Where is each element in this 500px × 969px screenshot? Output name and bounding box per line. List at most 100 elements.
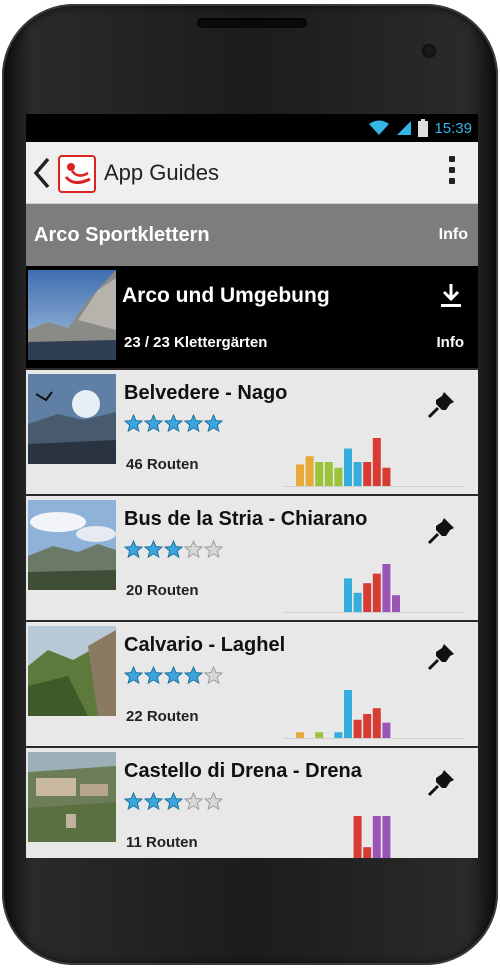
grade-histogram bbox=[284, 564, 464, 613]
histogram-bar bbox=[305, 456, 314, 486]
app-logo-icon[interactable] bbox=[58, 155, 96, 193]
rating-stars bbox=[124, 792, 223, 812]
region-crag-count: 23 / 23 Klettergärten bbox=[124, 334, 268, 351]
crag-list: Belvedere - Nago 46 Routen Bus de la Str… bbox=[26, 368, 478, 858]
section-header: Arco Sportklettern Info bbox=[26, 204, 478, 266]
histogram-bar bbox=[382, 722, 391, 738]
crag-item[interactable]: Castello di Drena - Drena 11 Routen bbox=[26, 746, 478, 858]
pin-icon[interactable] bbox=[426, 516, 456, 546]
star-empty-icon bbox=[204, 666, 223, 685]
histogram-bar bbox=[353, 719, 362, 738]
star-filled-icon bbox=[164, 666, 183, 685]
rating-stars bbox=[124, 666, 223, 686]
crag-thumbnail bbox=[28, 626, 116, 716]
histogram-bar bbox=[296, 464, 304, 486]
crag-item[interactable]: Calvario - Laghel 22 Routen bbox=[26, 620, 478, 746]
grade-histogram bbox=[284, 438, 464, 487]
histogram-bar bbox=[353, 592, 362, 612]
rating-stars bbox=[124, 540, 223, 560]
star-filled-icon bbox=[124, 540, 143, 559]
crag-thumbnail bbox=[28, 500, 116, 590]
histogram-bar bbox=[372, 438, 381, 486]
region-row[interactable]: Arco und Umgebung 23 / 23 Klettergärten … bbox=[26, 266, 478, 368]
histogram-bar bbox=[372, 816, 381, 858]
histogram-bar bbox=[353, 816, 362, 858]
star-filled-icon bbox=[124, 792, 143, 811]
front-camera bbox=[422, 44, 436, 58]
earpiece-speaker bbox=[197, 18, 307, 28]
crag-name: Calvario - Laghel bbox=[124, 634, 286, 656]
star-filled-icon bbox=[144, 414, 163, 433]
histogram-bar bbox=[344, 578, 352, 612]
pin-icon[interactable] bbox=[426, 768, 456, 798]
region-title: Arco und Umgebung bbox=[122, 284, 330, 307]
star-filled-icon bbox=[204, 414, 223, 433]
histogram-bar bbox=[382, 467, 391, 486]
star-filled-icon bbox=[184, 666, 203, 685]
star-empty-icon bbox=[204, 792, 223, 811]
star-empty-icon bbox=[184, 540, 203, 559]
signal-icon bbox=[397, 121, 412, 135]
download-icon[interactable] bbox=[440, 282, 462, 308]
grade-histogram bbox=[284, 690, 464, 739]
histogram-bar bbox=[363, 583, 372, 612]
crag-thumbnail bbox=[28, 752, 116, 842]
histogram-bar bbox=[296, 732, 304, 738]
star-filled-icon bbox=[144, 792, 163, 811]
star-filled-icon bbox=[164, 540, 183, 559]
star-filled-icon bbox=[124, 666, 143, 685]
histogram-bar bbox=[334, 467, 343, 486]
histogram-bar bbox=[315, 732, 324, 738]
crag-name: Belvedere - Nago bbox=[124, 382, 288, 404]
crag-name: Bus de la Stria - Chiarano bbox=[124, 508, 368, 530]
status-time: 15:39 bbox=[434, 119, 472, 137]
grade-histogram bbox=[353, 816, 391, 858]
crag-item[interactable]: Bus de la Stria - Chiarano 20 Routen bbox=[26, 494, 478, 620]
star-filled-icon bbox=[164, 792, 183, 811]
histogram-bar bbox=[372, 708, 381, 738]
wifi-icon bbox=[369, 120, 390, 135]
crag-item[interactable]: Belvedere - Nago 46 Routen bbox=[26, 368, 478, 494]
section-info-link[interactable]: Info bbox=[439, 226, 468, 244]
section-title: Arco Sportklettern bbox=[34, 224, 210, 246]
histogram-bar bbox=[363, 714, 372, 738]
region-info-link[interactable]: Info bbox=[437, 334, 465, 351]
histogram-bar bbox=[344, 690, 352, 738]
histogram-bar bbox=[344, 448, 352, 486]
histogram-bar bbox=[315, 462, 324, 486]
star-filled-icon bbox=[144, 540, 163, 559]
overflow-menu-icon[interactable] bbox=[448, 156, 456, 190]
crag-name: Castello di Drena - Drena bbox=[124, 760, 362, 782]
route-count: 22 Routen bbox=[126, 708, 199, 725]
histogram-bar bbox=[392, 595, 400, 612]
histogram-bar bbox=[353, 462, 362, 486]
star-filled-icon bbox=[144, 666, 163, 685]
pin-icon[interactable] bbox=[426, 390, 456, 420]
battery-icon bbox=[418, 119, 429, 137]
region-thumbnail bbox=[28, 270, 116, 360]
phone-frame: 15:39 App Guides Arco Sportklettern Info bbox=[2, 4, 498, 965]
action-bar-title: App Guides bbox=[104, 160, 219, 185]
crag-thumbnail bbox=[28, 374, 116, 464]
histogram-bar bbox=[372, 573, 381, 612]
histogram-bar bbox=[334, 732, 343, 738]
histogram-bar bbox=[382, 564, 391, 612]
route-count: 46 Routen bbox=[126, 456, 199, 473]
histogram-bar bbox=[363, 847, 372, 858]
star-filled-icon bbox=[184, 414, 203, 433]
histogram-bar bbox=[382, 816, 391, 858]
route-count: 11 Routen bbox=[126, 834, 198, 851]
star-empty-icon bbox=[184, 792, 203, 811]
pin-icon[interactable] bbox=[426, 642, 456, 672]
star-filled-icon bbox=[164, 414, 183, 433]
rating-stars bbox=[124, 414, 223, 434]
status-bar: 15:39 bbox=[26, 114, 478, 142]
route-count: 20 Routen bbox=[126, 582, 199, 599]
action-bar: App Guides bbox=[26, 142, 478, 204]
histogram-bar bbox=[324, 462, 333, 486]
star-filled-icon bbox=[124, 414, 143, 433]
histogram-bar bbox=[363, 462, 372, 486]
star-empty-icon bbox=[204, 540, 223, 559]
back-arrow-icon[interactable] bbox=[32, 157, 52, 189]
screen: 15:39 App Guides Arco Sportklettern Info bbox=[26, 114, 478, 858]
